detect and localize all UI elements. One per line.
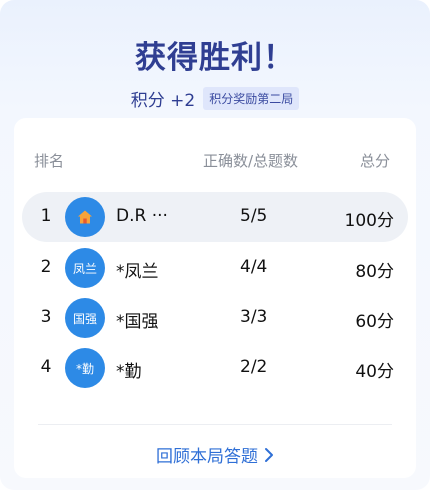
score-line: 积分 +2 积分奖励第二局 [0,86,430,111]
avatar: *勤 [65,348,105,388]
row-total: 40分 [355,362,394,382]
row-total: 60分 [355,312,394,332]
review-label: 回顾本局答题 [156,447,258,467]
row-total: 100分 [344,211,394,231]
row-rank: 2 [40,257,52,277]
row-ratio: 4/4 [240,257,268,277]
result-card: 获得胜利！ 积分 +2 积分奖励第二局 排名 正确数/总题数 总分 1 D.R … [0,0,430,490]
row-ratio: 5/5 [240,206,268,226]
row-name: D.R ··· [116,206,168,226]
table-row: 3 国强 *国强 3/3 60分 [22,293,408,343]
row-name: *国强 [116,312,159,332]
row-ratio: 2/2 [240,357,268,377]
chevron-right-icon [265,447,273,462]
row-name: *凤兰 [116,262,159,282]
header-rank: 排名 [34,152,65,170]
table-row: 2 凤兰 *凤兰 4/4 80分 [22,243,408,293]
avatar: 凤兰 [65,248,105,288]
home-icon [78,210,92,224]
review-answers-link[interactable]: 回顾本局答题 [0,442,430,467]
page-title: 获得胜利！ [135,40,295,76]
table-row: 1 D.R ··· 5/5 100分 [22,192,408,242]
table-row: 4 *勤 *勤 2/2 40分 [22,343,408,393]
avatar: 国强 [65,298,105,338]
header-ratio: 正确数/总题数 [203,152,299,170]
row-rank: 3 [40,307,52,327]
leaderboard-header: 排名 正确数/总题数 总分 [0,150,430,170]
score-text: 积分 +2 [130,91,196,111]
avatar [65,197,105,237]
header-total: 总分 [359,152,390,170]
row-rank: 4 [40,357,52,377]
score-tag: 积分奖励第二局 [203,87,300,110]
divider [38,424,392,425]
row-total: 80分 [355,262,394,282]
row-rank: 1 [40,206,52,226]
row-ratio: 3/3 [240,307,268,327]
row-name: *勤 [116,362,142,382]
